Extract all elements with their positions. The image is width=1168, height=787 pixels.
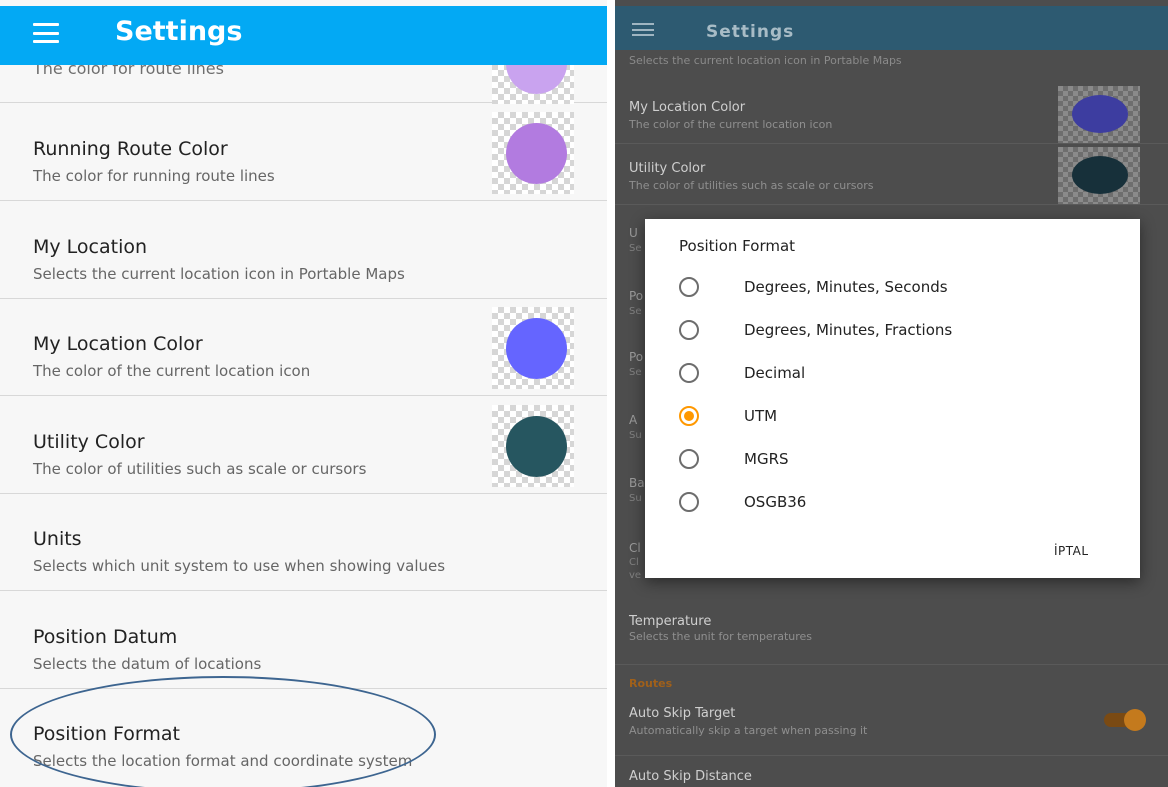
setting-title: Utility Color (629, 161, 706, 176)
my-location-color-dot (506, 318, 567, 379)
utility-color-dot (1072, 156, 1128, 194)
my-location-color-swatch (492, 307, 574, 389)
setting-title: Auto Skip Target (629, 706, 736, 721)
setting-summary: Selects the datum of locations (33, 655, 262, 673)
setting-units[interactable]: Units Selects which unit system to use w… (0, 494, 607, 591)
running-route-color-swatch (492, 112, 574, 194)
my-location-color-dot (1072, 95, 1128, 133)
setting-summary: The color of the current location icon (629, 118, 833, 131)
setting-summary: The color for running route lines (33, 167, 275, 185)
auto-skip-target-toggle (1104, 709, 1146, 731)
setting-position-format[interactable]: Position Format Selects the location for… (0, 689, 607, 786)
section-header-routes: Routes (629, 677, 673, 690)
radio-button[interactable] (679, 492, 699, 512)
setting-summary: Automatically skip a target when passing… (629, 724, 868, 737)
setting-summary: The color of utilities such as scale or … (629, 179, 874, 192)
option-label: Degrees, Minutes, Seconds (744, 278, 948, 296)
obscured-row-letter: Cl (629, 541, 641, 555)
utility-color-dot (506, 416, 567, 477)
setting-title: My Location Color (33, 333, 203, 355)
obscured-row-letter: A (629, 413, 638, 427)
obscured-row-letter: Po (629, 350, 644, 364)
hamburger-menu-icon (632, 23, 654, 36)
obscured-row-letter: Se (629, 306, 642, 317)
setting-summary: The color of the current location icon (33, 362, 311, 380)
setting-my-location-color: My Location Color The color of the curre… (615, 84, 1168, 144)
setting-utility-color: Utility Color The color of utilities suc… (615, 145, 1168, 205)
setting-summary: The color of utilities such as scale or … (33, 460, 367, 478)
utility-color-swatch (492, 405, 574, 487)
utility-color-swatch (1058, 147, 1140, 204)
setting-title: Position Datum (33, 626, 178, 648)
setting-summary: Selects the current location icon in Por… (33, 265, 405, 283)
option-label: UTM (744, 407, 778, 425)
option-utm[interactable]: UTM (679, 399, 1119, 429)
page-title: Settings (115, 16, 243, 47)
settings-screen-light: The color for route lines Running Route … (0, 0, 607, 787)
setting-summary: Selects the location format and coordina… (33, 752, 413, 770)
radio-button[interactable] (679, 363, 699, 383)
option-degrees-minutes-seconds[interactable]: Degrees, Minutes, Seconds (679, 270, 1119, 300)
setting-summary: Selects the unit for temperatures (629, 630, 813, 643)
setting-title: Units (33, 528, 82, 550)
setting-title: Temperature (629, 614, 712, 629)
radio-button-selected[interactable] (679, 406, 699, 426)
setting-title: Position Format (33, 723, 180, 745)
partial-setting-row: Selects the current location icon in Por… (615, 50, 1168, 72)
setting-auto-skip-target: Auto Skip Target Automatically skip a ta… (615, 693, 1168, 756)
option-label: Decimal (744, 364, 806, 382)
radio-button[interactable] (679, 320, 699, 340)
option-label: MGRS (744, 450, 789, 468)
app-bar: Settings (615, 6, 1168, 50)
obscured-row-letter: Ba (629, 476, 645, 490)
setting-title: Utility Color (33, 431, 145, 453)
option-degrees-minutes-fractions[interactable]: Degrees, Minutes, Fractions (679, 313, 1119, 343)
obscured-row-letter: U (629, 226, 638, 240)
radio-button[interactable] (679, 277, 699, 297)
setting-title: Running Route Color (33, 138, 228, 160)
setting-my-location-color[interactable]: My Location Color The color of the curre… (0, 299, 607, 396)
option-decimal[interactable]: Decimal (679, 356, 1119, 386)
partial-setting-summary: Selects the current location icon in Por… (629, 54, 902, 67)
setting-temperature: Temperature Selects the unit for tempera… (615, 600, 1168, 665)
my-location-color-swatch (1058, 86, 1140, 143)
option-mgrs[interactable]: MGRS (679, 442, 1119, 472)
running-route-color-dot (506, 123, 567, 184)
cancel-button[interactable]: İPTAL (1054, 544, 1089, 558)
page-title: Settings (706, 22, 795, 42)
hamburger-menu-icon[interactable] (33, 23, 59, 43)
radio-button[interactable] (679, 449, 699, 469)
panel-divider (607, 0, 615, 787)
obscured-row-letter: Se (629, 367, 642, 378)
setting-my-location[interactable]: My Location Selects the current location… (0, 202, 607, 299)
setting-title: Auto Skip Distance (629, 769, 752, 784)
obscured-row-letter: Po (629, 289, 644, 303)
app-bar: Settings (0, 6, 607, 65)
setting-title: My Location (33, 236, 148, 258)
partial-setting-row[interactable]: The color for route lines (0, 22, 607, 104)
option-osgb36[interactable]: OSGB36 (679, 485, 1119, 515)
setting-utility-color[interactable]: Utility Color The color of utilities suc… (0, 397, 607, 494)
setting-running-route-color[interactable]: Running Route Color The color for runnin… (0, 104, 607, 201)
setting-summary: Selects which unit system to use when sh… (33, 557, 446, 575)
option-label: OSGB36 (744, 493, 807, 511)
setting-position-datum[interactable]: Position Datum Selects the datum of loca… (0, 592, 607, 689)
obscured-row-letter: Su (629, 493, 642, 504)
obscured-row-letter: Se (629, 243, 642, 254)
obscured-row-letter: Su (629, 430, 642, 441)
dialog-title: Position Format (679, 237, 796, 255)
obscured-row-letter: Cl (629, 557, 639, 568)
setting-auto-skip-distance: Auto Skip Distance (615, 757, 1168, 787)
setting-title: My Location Color (629, 100, 746, 115)
obscured-row-letter: ve (629, 570, 642, 581)
option-label: Degrees, Minutes, Fractions (744, 321, 953, 339)
position-format-dialog: Position Format Degrees, Minutes, Second… (645, 219, 1140, 578)
